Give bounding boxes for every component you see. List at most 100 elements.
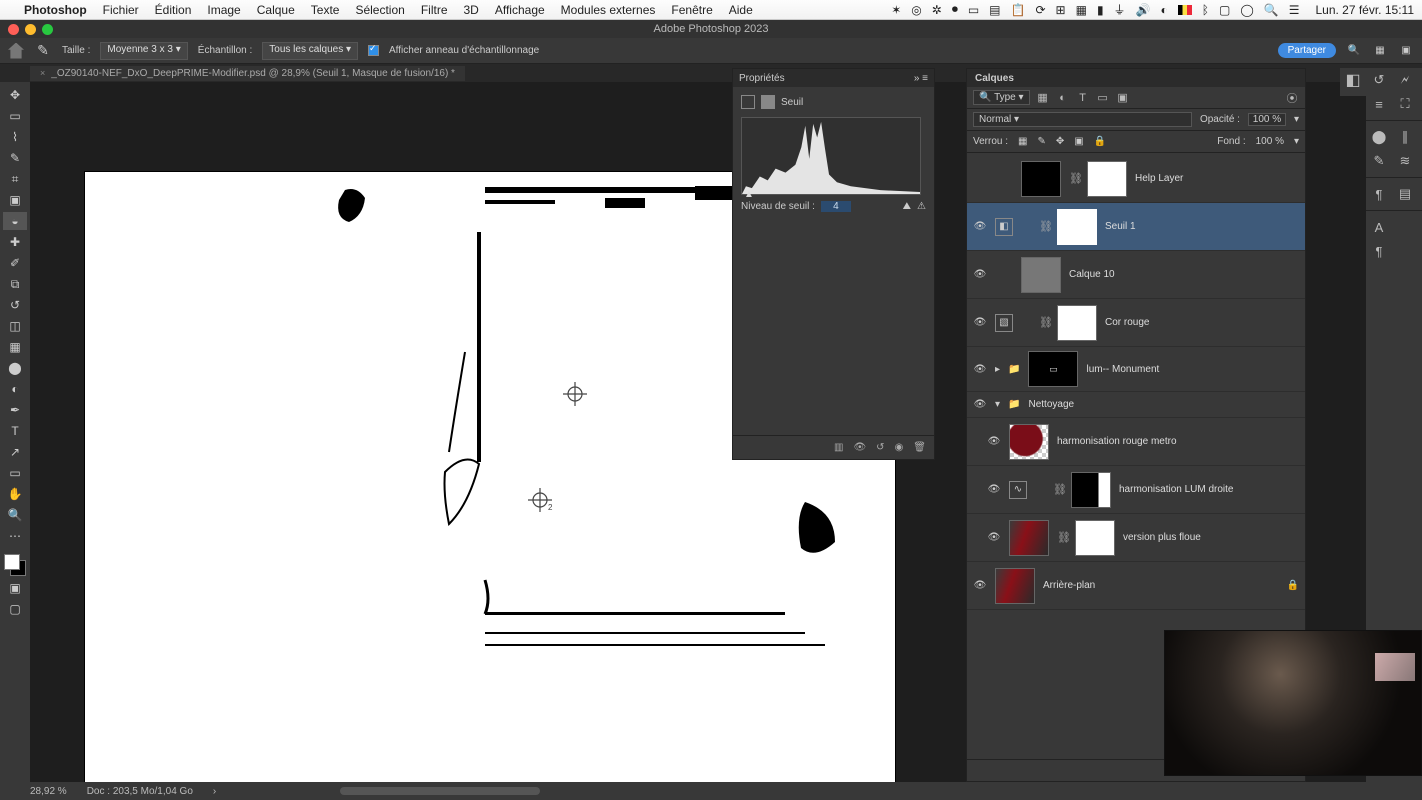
spotlight-icon[interactable]: 🔍	[1264, 3, 1279, 17]
reset-icon[interactable]: ↺	[876, 442, 884, 453]
control-center-icon[interactable]: ☰	[1289, 3, 1300, 17]
status-icon[interactable]: ✲	[932, 3, 942, 17]
layer-name[interactable]: Calque 10	[1069, 269, 1115, 280]
home-button[interactable]	[8, 43, 24, 59]
opacity-dropdown[interactable]: ▾	[1294, 114, 1299, 125]
group-disclosure-icon[interactable]: ▾	[995, 399, 1000, 410]
marquee-tool[interactable]: ▭	[3, 107, 27, 125]
app-icon[interactable]: ▦	[1076, 3, 1087, 17]
fill-value[interactable]: 100 %	[1256, 136, 1284, 147]
hand-tool[interactable]: ✋	[3, 485, 27, 503]
tool-eyedropper-icon[interactable]: ✎	[34, 42, 52, 60]
visibility-toggle[interactable]: 👁	[987, 532, 1001, 543]
mask-thumb[interactable]	[1057, 305, 1097, 341]
menu-filtre[interactable]: Filtre	[421, 3, 448, 17]
panel-collapse-icon[interactable]: » ≡	[914, 73, 928, 84]
layer-thumb[interactable]	[995, 568, 1035, 604]
battery-icon[interactable]: ▮	[1097, 3, 1104, 17]
cc-icon[interactable]: ◐	[1161, 3, 1168, 17]
visibility-toggle[interactable]: 👁	[973, 317, 987, 328]
mask-link-icon[interactable]: ⛓	[1057, 531, 1067, 544]
threshold-slider-handle[interactable]: ▲	[744, 189, 754, 200]
visibility-toggle[interactable]: 👁	[973, 399, 987, 410]
toggle-vis-icon[interactable]: ◉	[895, 442, 904, 453]
swatches-panel-icon[interactable]: ∥	[1392, 125, 1418, 149]
auto-icon[interactable]: ⛰	[903, 201, 911, 212]
volume-icon[interactable]: 🔊	[1136, 3, 1151, 17]
mask-thumb[interactable]	[1057, 209, 1097, 245]
rec-icon[interactable]: ⏺	[952, 2, 958, 17]
panel-icon[interactable]: ▣	[1398, 43, 1414, 59]
layer-group-row[interactable]: 👁 ▾ 📁 Nettoyage	[967, 392, 1305, 418]
status-icon[interactable]: ◎	[911, 3, 921, 17]
cc2-icon[interactable]: ◯	[1240, 3, 1253, 17]
menu-affichage[interactable]: Affichage	[495, 3, 545, 17]
lock-artboard-icon[interactable]: ▣	[1074, 136, 1083, 147]
layer-name[interactable]: Cor rouge	[1105, 317, 1149, 328]
visibility-toggle[interactable]: 👁	[973, 221, 987, 232]
visibility-toggle[interactable]: 👁	[987, 436, 1001, 447]
mask-link-icon[interactable]: ⛓	[1069, 172, 1079, 185]
clip-to-layer-icon[interactable]: ▥	[834, 442, 843, 453]
app-name[interactable]: Photoshop	[24, 3, 87, 17]
layer-name[interactable]: Help Layer	[1135, 173, 1183, 184]
more-tools[interactable]: ⋯	[3, 527, 27, 545]
layer-row[interactable]: 👁 ⛓ version plus floue	[967, 514, 1305, 562]
filter-smart-icon[interactable]: ▣	[1116, 91, 1130, 105]
adjustments-panel-icon[interactable]: ◧	[1340, 68, 1366, 92]
pen-tool[interactable]: ✒	[3, 401, 27, 419]
layer-row[interactable]: 👁 Calque 10	[967, 251, 1305, 299]
horizontal-scrollbar[interactable]	[340, 787, 540, 795]
lock-position-icon[interactable]: ✥	[1056, 136, 1064, 147]
status-icon[interactable]: ✶	[891, 3, 901, 17]
clipboard-icon[interactable]: 📋	[1011, 3, 1026, 17]
group-mask-thumb[interactable]: ▭	[1028, 351, 1078, 387]
layer-group-row[interactable]: 👁 ▸ 📁 ▭ lum-- Monument	[967, 347, 1305, 392]
character-panel-icon[interactable]: A	[1366, 215, 1392, 239]
stamp-tool[interactable]: ⧉	[3, 275, 27, 293]
paragraph-panel-icon[interactable]: ¶	[1366, 182, 1392, 206]
mask-thumb[interactable]	[1075, 520, 1115, 556]
menu-image[interactable]: Image	[207, 3, 240, 17]
blur-tool[interactable]: ⬤	[3, 359, 27, 377]
sample-source-select[interactable]: Tous les calques ▾	[262, 42, 358, 60]
heal-tool[interactable]: ✚	[3, 233, 27, 251]
quickmask-tool[interactable]: ▣	[3, 579, 27, 597]
sync-icon[interactable]: ⟳	[1035, 3, 1045, 17]
history-brush-tool[interactable]: ↺	[3, 296, 27, 314]
libraries-panel-icon[interactable]: ✎	[1366, 149, 1392, 173]
zoom-window[interactable]	[42, 24, 53, 35]
document-tab[interactable]: × _OZ90140-NEF_DxO_DeepPRIME-Modifier.ps…	[30, 66, 465, 81]
mask-thumb[interactable]	[1087, 161, 1127, 197]
close-window[interactable]	[8, 24, 19, 35]
layer-name[interactable]: harmonisation rouge metro	[1057, 436, 1177, 447]
layer-filter-type[interactable]: 🔍 Type ▾	[973, 90, 1030, 105]
layer-name[interactable]: lum-- Monument	[1086, 364, 1159, 375]
mask-link-icon[interactable]: ⛓	[1039, 220, 1049, 233]
close-tab-icon[interactable]: ×	[40, 68, 45, 78]
zoom-readout[interactable]: 28,92 %	[30, 786, 67, 797]
quick-select-tool[interactable]: ✎	[3, 149, 27, 167]
layer-name[interactable]: Seuil 1	[1105, 221, 1136, 232]
menu-fenetre[interactable]: Fenêtre	[671, 3, 712, 17]
color-panel-icon[interactable]: ⬤	[1366, 125, 1392, 149]
menu-3d[interactable]: 3D	[464, 3, 479, 17]
menu-aide[interactable]: Aide	[729, 3, 753, 17]
lasso-tool[interactable]: ⌇	[3, 128, 27, 146]
layer-row[interactable]: 👁 ▧ ⛓ Cor rouge	[967, 299, 1305, 347]
sample-size-select[interactable]: Moyenne 3 x 3 ▾	[100, 42, 187, 60]
path-tool[interactable]: ↗	[3, 443, 27, 461]
menubar-clock[interactable]: Lun. 27 févr. 15:11	[1315, 3, 1414, 17]
mask-link-icon[interactable]: ⛓	[1053, 483, 1063, 496]
layer-name[interactable]: Arrière-plan	[1043, 580, 1095, 591]
workspace-icon[interactable]: ▦	[1372, 43, 1388, 59]
type-tool[interactable]: T	[3, 422, 27, 440]
layer-thumb[interactable]	[1021, 257, 1061, 293]
brush-tool[interactable]: ✐	[3, 254, 27, 272]
filter-type-icon[interactable]: T	[1076, 91, 1090, 105]
menu-fichier[interactable]: Fichier	[103, 3, 139, 17]
blend-mode-select[interactable]: Normal ▾	[973, 112, 1192, 127]
wifi-icon[interactable]: ⏚	[1114, 1, 1126, 18]
fill-dropdown[interactable]: ▾	[1294, 136, 1299, 147]
layer-thumb[interactable]	[1021, 161, 1061, 197]
